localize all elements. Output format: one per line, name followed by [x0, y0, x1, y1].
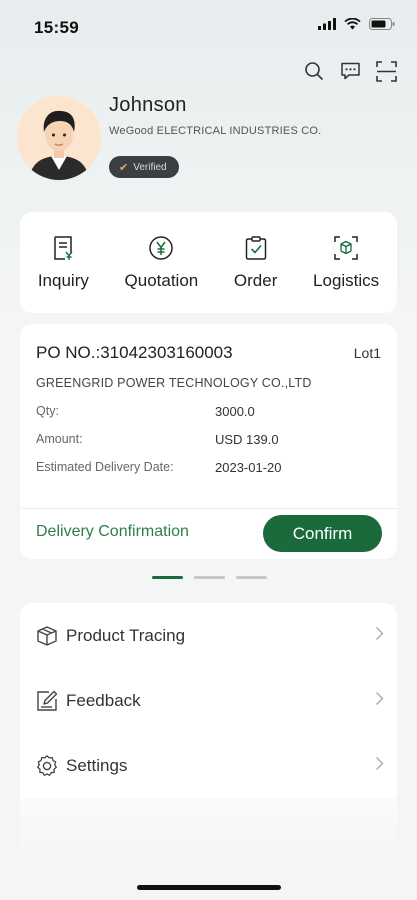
- battery-icon: [369, 18, 395, 30]
- carousel-pager: [152, 576, 267, 579]
- order-action[interactable]: Order: [234, 235, 277, 291]
- logistics-label: Logistics: [313, 270, 380, 290]
- status-icons: [318, 18, 395, 30]
- pager-dot[interactable]: [194, 576, 225, 579]
- scan-icon: [375, 60, 397, 82]
- inquiry-document-icon: [54, 235, 73, 260]
- chevron-right-icon: [376, 627, 384, 640]
- verified-check-icon: ✔: [119, 161, 129, 174]
- delivery-date-label: Estimated Delivery Date:: [36, 460, 174, 474]
- lot-label: Lot1: [353, 345, 381, 361]
- gear-icon: [35, 754, 59, 778]
- menu-label: Feedback: [66, 691, 141, 710]
- confirm-button[interactable]: Confirm: [263, 515, 382, 552]
- amount-label: Amount:: [36, 432, 83, 446]
- edit-icon: [35, 689, 59, 713]
- verified-badge: ✔ Verified: [109, 156, 179, 178]
- signal-icon: [318, 18, 336, 30]
- chevron-right-icon: [376, 692, 384, 705]
- header-tools: [303, 60, 397, 82]
- inquiry-label: Inquiry: [37, 270, 89, 290]
- purchase-order-card[interactable]: PO NO.:31042303160003 Lot1 GREENGRID POW…: [20, 324, 397, 559]
- logistics-action[interactable]: Logistics: [313, 235, 379, 291]
- bottom-fade: [20, 798, 397, 863]
- status-time: 15:59: [34, 18, 79, 37]
- home-indicator[interactable]: [137, 885, 281, 890]
- clipboard-check-icon: [245, 235, 266, 260]
- menu-item-product-tracing[interactable]: Product Tracing: [20, 604, 397, 668]
- wifi-icon: [344, 18, 361, 30]
- messages-button[interactable]: [339, 60, 361, 82]
- box-icon: [35, 624, 59, 648]
- menu-item-settings[interactable]: Settings: [20, 734, 397, 798]
- quotation-action[interactable]: Quotation: [124, 235, 199, 291]
- order-label: Order: [233, 270, 278, 290]
- po-number: PO NO.:31042303160003: [36, 343, 233, 362]
- yen-coin-icon: [149, 235, 174, 260]
- verified-label: Verified: [133, 161, 167, 173]
- delivery-status: Delivery Confirmation: [36, 523, 189, 540]
- qty-label: Qty:: [36, 404, 59, 418]
- pager-dot[interactable]: [152, 576, 183, 579]
- search-icon: [305, 62, 323, 80]
- search-button[interactable]: [303, 60, 325, 82]
- amount-value: USD 139.0: [215, 432, 279, 447]
- menu-label: Settings: [66, 756, 128, 775]
- supplier-name: GREENGRID POWER TECHNOLOGY CO.,LTD: [36, 376, 312, 390]
- scan-button[interactable]: [375, 60, 397, 82]
- quotation-label: Quotation: [124, 270, 199, 290]
- logistics-box-icon: [334, 235, 358, 260]
- menu-label: Product Tracing: [66, 626, 186, 645]
- user-avatar-illustration: [17, 96, 101, 180]
- menu-item-feedback[interactable]: Feedback: [20, 669, 397, 733]
- avatar[interactable]: [17, 96, 101, 180]
- qty-value: 3000.0: [215, 404, 255, 419]
- user-name: Johnson: [109, 94, 187, 116]
- po-divider: [20, 508, 397, 509]
- inquiry-action[interactable]: Inquiry: [38, 235, 89, 291]
- delivery-date-value: 2023-01-20: [215, 460, 282, 475]
- chevron-right-icon: [376, 757, 384, 770]
- company-name: WeGood ELECTRICAL INDUSTRIES CO.: [109, 125, 322, 137]
- message-icon: [340, 62, 360, 80]
- menu-card: Product Tracing Feedback Settings: [20, 603, 397, 798]
- quick-actions-card: Inquiry Quotation Order Logistics: [20, 212, 397, 313]
- pager-dot[interactable]: [236, 576, 267, 579]
